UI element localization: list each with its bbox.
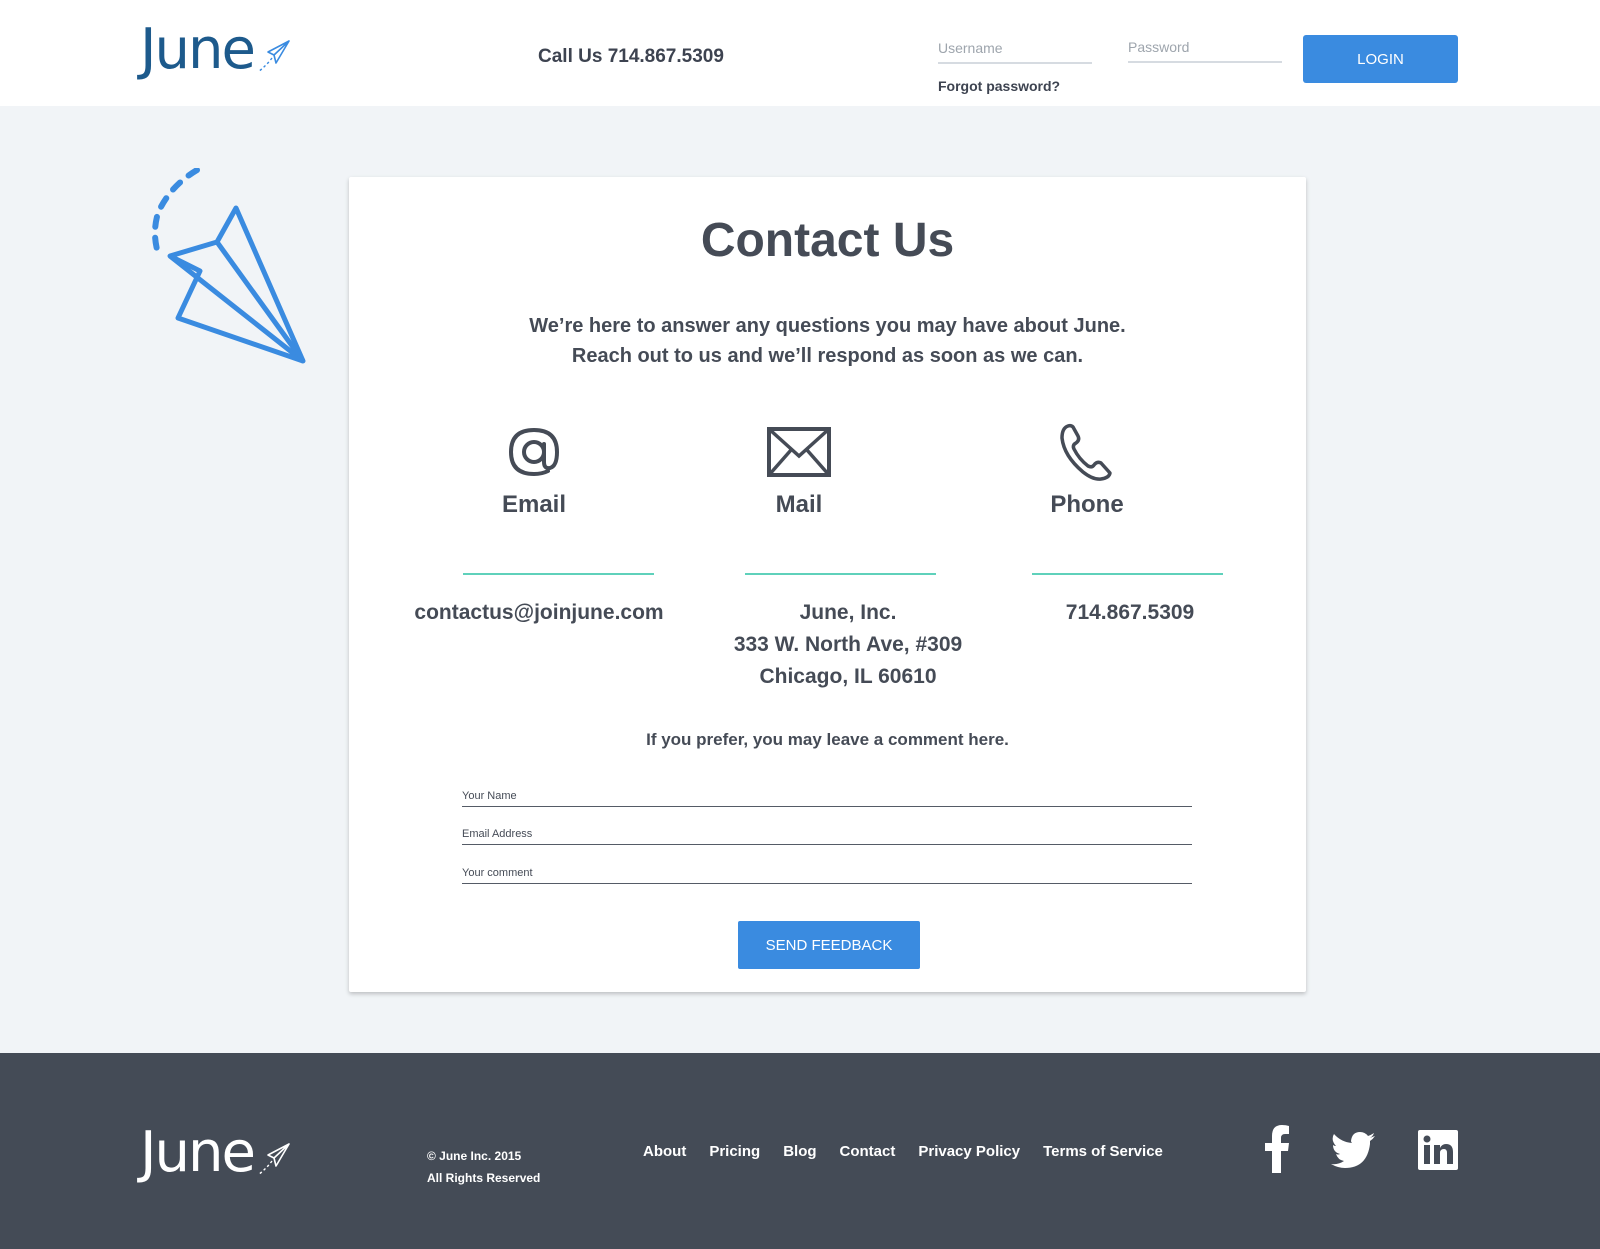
phone-number-value[interactable]: 714.867.5309 xyxy=(960,597,1300,629)
footer-link-blog[interactable]: Blog xyxy=(783,1143,816,1160)
email-line: contactus@joinjune.com xyxy=(414,601,664,624)
footer-june-logo[interactable]: June xyxy=(140,1125,292,1181)
forgot-password-link[interactable]: Forgot password? xyxy=(938,78,1060,94)
footer-link-privacy-policy[interactable]: Privacy Policy xyxy=(918,1143,1020,1160)
send-feedback-button[interactable]: SEND FEEDBACK xyxy=(738,921,920,969)
paper-plane-icon xyxy=(257,1143,290,1176)
intro-text: We’re here to answer any questions you m… xyxy=(349,311,1306,371)
envelope-icon xyxy=(669,422,929,482)
email-column: Email xyxy=(404,422,664,519)
twitter-icon[interactable] xyxy=(1330,1131,1376,1169)
page-title: Contact Us xyxy=(700,214,955,267)
footer-link-pricing[interactable]: Pricing xyxy=(709,1143,760,1160)
paper-plane-illustration xyxy=(152,168,306,364)
phone-column: Phone xyxy=(957,422,1217,519)
copyright-line-1: © June Inc. 2015 xyxy=(427,1149,522,1163)
footer-link-contact[interactable]: Contact xyxy=(840,1143,896,1160)
copyright-line-2: All Rights Reserved xyxy=(427,1171,541,1185)
phone-title: Phone xyxy=(1050,491,1124,518)
facebook-icon[interactable] xyxy=(1264,1125,1290,1173)
site-header: June Call Us 714.867.5309 Forgot passwor… xyxy=(0,0,1600,106)
paper-plane-icon xyxy=(257,40,290,73)
email-input[interactable] xyxy=(462,817,1192,845)
logo-text: June xyxy=(140,17,256,82)
footer-link-about[interactable]: About xyxy=(643,1143,686,1160)
email-title: Email xyxy=(501,491,567,518)
footer-link-terms-of-service[interactable]: Terms of Service xyxy=(1043,1143,1163,1160)
copyright-text: © June Inc. 2015 All Rights Reserved xyxy=(427,1145,540,1189)
password-input[interactable] xyxy=(1128,33,1282,63)
username-input[interactable] xyxy=(938,34,1092,64)
footer-logo-text: June xyxy=(140,1120,256,1185)
intro-line-1: We’re here to answer any questions you m… xyxy=(529,315,1126,337)
comment-prompt: If you prefer, you may leave a comment h… xyxy=(646,730,1009,749)
linkedin-icon[interactable] xyxy=(1418,1130,1458,1170)
phone-icon xyxy=(957,422,1217,482)
mail-title: Mail xyxy=(775,491,823,518)
name-input[interactable] xyxy=(462,779,1192,807)
login-button[interactable]: LOGIN xyxy=(1303,35,1458,83)
at-icon xyxy=(404,422,664,482)
address-line-2: 333 W. North Ave, #309 xyxy=(733,633,963,656)
comment-input[interactable] xyxy=(462,856,1192,884)
call-us-text: Call Us 714.867.5309 xyxy=(538,46,724,67)
mail-column: Mail xyxy=(669,422,929,519)
phone-line: 714.867.5309 xyxy=(1065,601,1195,624)
address-line-3: Chicago, IL 60610 xyxy=(759,665,937,688)
june-logo[interactable]: June xyxy=(140,22,292,78)
mail-divider xyxy=(745,573,936,575)
intro-line-2: Reach out to us and we’ll respond as soo… xyxy=(571,345,1084,367)
contact-card: Contact Us We’re here to answer any ques… xyxy=(349,177,1306,992)
footer-nav: About Pricing Blog Contact Privacy Polic… xyxy=(643,1143,1186,1160)
phone-divider xyxy=(1032,573,1223,575)
email-divider xyxy=(463,573,654,575)
site-footer: June © June Inc. 2015 All Rights Reserve… xyxy=(0,1053,1600,1249)
email-address-value[interactable]: contactus@joinjune.com xyxy=(369,597,709,629)
